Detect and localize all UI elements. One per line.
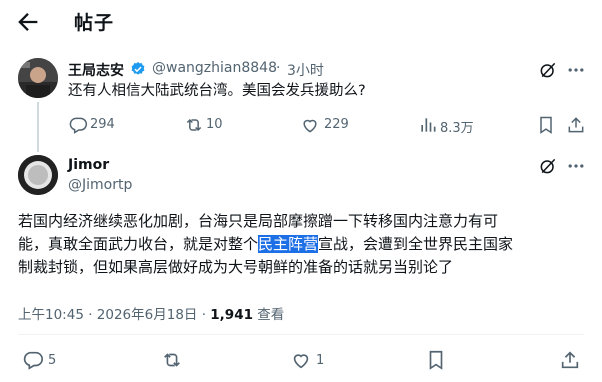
repost-icon[interactable]: [161, 349, 183, 371]
views-icon[interactable]: [418, 115, 438, 135]
separator-dot: ·: [276, 60, 281, 76]
quoted-repost-count: 10: [206, 117, 223, 132]
quoted-author-name[interactable]: 王局志安: [68, 60, 124, 80]
reply-icon[interactable]: [68, 115, 88, 135]
reply-post-text: 若国内经济继续恶化加剧，台海只是局部摩擦蹭一下转移国内注意力有可 能，真敢全面武…: [18, 210, 593, 279]
grok-icon[interactable]: [538, 60, 558, 80]
quoted-post-time[interactable]: 3小时: [287, 60, 324, 80]
more-options-icon[interactable]: [566, 60, 586, 80]
avatar[interactable]: [18, 155, 58, 195]
reply-count: 5: [48, 353, 57, 368]
share-icon[interactable]: [566, 115, 586, 135]
like-count: 1: [316, 353, 325, 368]
more-options-icon[interactable]: [566, 156, 586, 176]
quoted-view-count: 8.3万: [440, 121, 474, 136]
views-label: 查看: [252, 307, 285, 323]
reply-icon[interactable]: [22, 349, 44, 371]
reply-text-line: 能，真敢全面武力收台，就是对整个民主阵营宣战，会遭到全世界民主国家: [18, 235, 514, 253]
like-icon[interactable]: [300, 115, 320, 135]
grok-icon[interactable]: [538, 156, 558, 176]
bookmark-icon[interactable]: [536, 115, 556, 135]
divider: [18, 334, 584, 335]
back-button[interactable]: [14, 8, 42, 36]
reply-author-name[interactable]: Jimor: [68, 157, 109, 173]
view-count: 1,941: [210, 307, 253, 323]
reply-text-line: 若国内经济继续恶化加剧，台海只是局部摩擦蹭一下转移国内注意力有可: [18, 212, 499, 230]
selected-text[interactable]: 民主阵营: [258, 235, 319, 253]
post-timestamp[interactable]: 上午10:45 · 2026年6月18日 ·: [18, 307, 210, 323]
post-metadata: 上午10:45 · 2026年6月18日 · 1,941 查看: [18, 303, 284, 323]
page-title: 帖子: [74, 12, 115, 34]
reply-text-line: 制裁封锁，但如果高层做好成为大号朝鲜的准备的话就另当别论了: [18, 258, 454, 276]
bookmark-icon[interactable]: [425, 349, 447, 371]
avatar-image: [18, 58, 58, 98]
quoted-post-text: 还有人相信大陆武统台湾。美国会发兵援助么?: [68, 83, 366, 99]
avatar[interactable]: [18, 58, 58, 98]
quoted-author-handle[interactable]: @wangzhian8848: [152, 60, 277, 76]
back-arrow-icon: [18, 13, 38, 31]
quoted-reply-count: 294: [90, 117, 115, 132]
quoted-like-count: 229: [324, 117, 349, 132]
share-icon[interactable]: [559, 349, 581, 371]
repost-icon[interactable]: [184, 115, 204, 135]
reply-author-handle[interactable]: @Jimortp: [68, 177, 132, 193]
verified-badge-icon: [130, 61, 146, 77]
like-icon[interactable]: [290, 349, 312, 371]
avatar-image: [18, 155, 58, 195]
thread-connector: [37, 102, 39, 152]
